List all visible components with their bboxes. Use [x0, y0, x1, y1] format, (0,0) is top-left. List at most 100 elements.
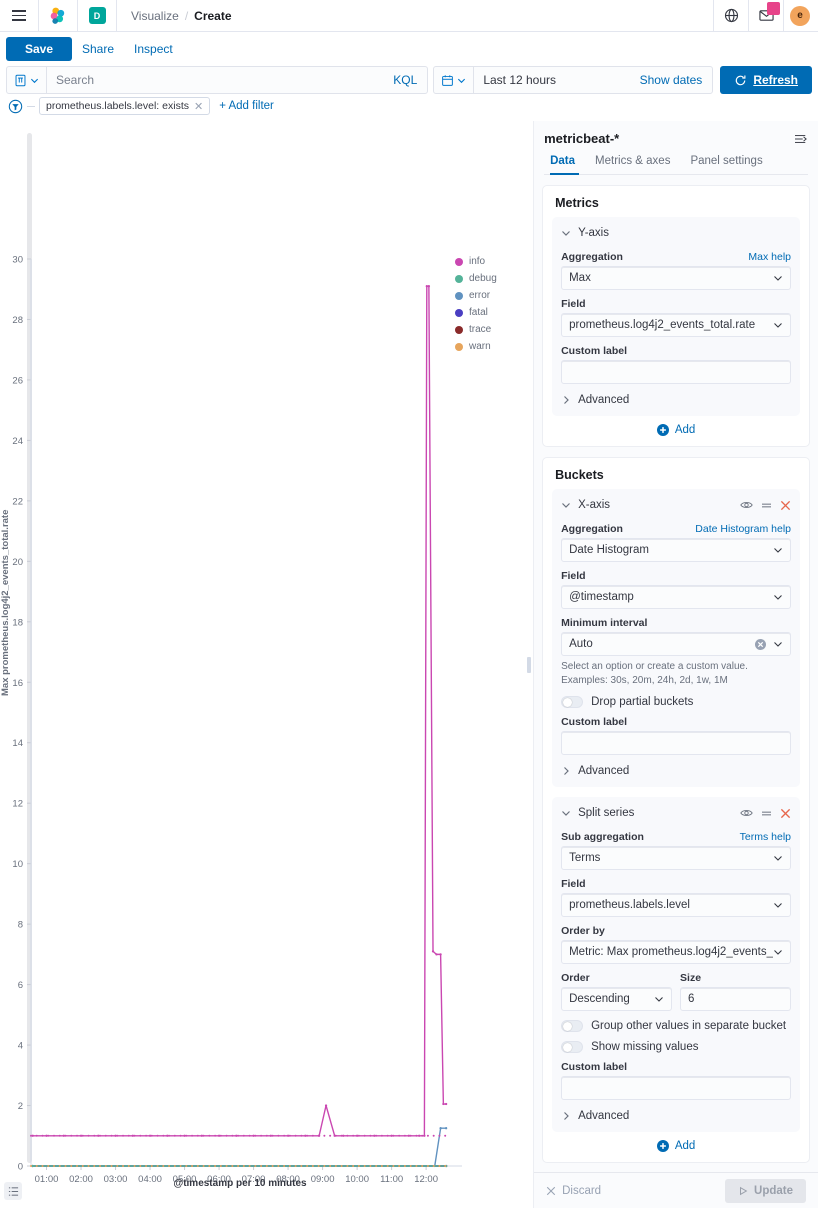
data-point — [162, 1135, 164, 1137]
svg-text:4: 4 — [18, 1041, 23, 1052]
x-axis-aggregation-select[interactable]: Date Histogram — [561, 538, 791, 562]
data-point — [53, 1165, 55, 1167]
chevron-down-icon — [561, 808, 571, 818]
data-point — [226, 1165, 228, 1167]
data-point — [174, 1165, 176, 1167]
x-axis-custom-label-input[interactable] — [561, 731, 791, 755]
x-axis-advanced-toggle[interactable]: Advanced — [561, 765, 791, 777]
save-button[interactable]: Save — [6, 37, 72, 61]
chevron-down-icon — [773, 947, 783, 957]
drag-handle-icon[interactable] — [761, 809, 772, 818]
date-range-value[interactable]: Last 12 hours — [474, 73, 639, 87]
tab-data[interactable]: Data — [544, 155, 585, 174]
inspect-button[interactable]: Inspect — [124, 42, 183, 56]
update-button[interactable]: Update — [725, 1179, 806, 1203]
chevron-right-icon — [561, 766, 571, 776]
legend-item-fatal[interactable]: fatal — [455, 304, 497, 321]
filter-icon[interactable] — [8, 99, 23, 114]
y-axis-group-header[interactable]: Y-axis — [561, 223, 791, 243]
share-button[interactable]: Share — [72, 42, 124, 56]
clear-icon[interactable] — [755, 639, 766, 650]
space-selector[interactable]: D — [78, 0, 116, 32]
legend-item-info[interactable]: info — [455, 253, 497, 270]
eye-icon[interactable] — [740, 500, 753, 510]
legend-item-trace[interactable]: trace — [455, 321, 497, 338]
svg-text:0: 0 — [18, 1162, 23, 1173]
data-point — [392, 1135, 394, 1137]
collapse-panel-icon[interactable] — [794, 133, 808, 145]
minimum-interval-select[interactable]: Auto — [561, 632, 791, 656]
split-series-field-select[interactable]: prometheus.labels.level — [561, 893, 791, 917]
split-series-custom-label-input[interactable] — [561, 1076, 791, 1100]
group-other-values-toggle[interactable]: Group other values in separate bucket — [561, 1020, 791, 1032]
hamburger-menu-icon[interactable] — [0, 0, 38, 32]
refresh-button[interactable]: Refresh — [720, 66, 812, 94]
drag-handle-icon[interactable] — [761, 501, 772, 510]
plus-circle-icon — [657, 1140, 669, 1152]
filter-pill[interactable]: prometheus.labels.level: exists ✕ — [39, 97, 210, 115]
data-point — [191, 1135, 193, 1137]
close-icon[interactable]: ✕ — [194, 100, 203, 113]
order-select[interactable]: Descending — [561, 987, 672, 1011]
data-point — [254, 1135, 256, 1137]
search-input[interactable] — [47, 73, 383, 87]
visualization-chart-pane: 02468101214161820222426283001:0002:0003:… — [0, 121, 526, 1208]
notification-badge — [767, 2, 780, 15]
legend-item-debug[interactable]: debug — [455, 270, 497, 287]
x-axis-collapse-toggle[interactable]: X-axis — [561, 499, 610, 511]
terms-help-link[interactable]: Terms help — [740, 831, 791, 843]
tab-panel-settings[interactable]: Panel settings — [680, 155, 772, 174]
breadcrumb-visualize[interactable]: Visualize — [131, 9, 179, 23]
order-value: Descending — [569, 993, 654, 1005]
remove-bucket-icon[interactable] — [780, 500, 791, 511]
sub-aggregation-select[interactable]: Terms — [561, 846, 791, 870]
legend-item-error[interactable]: error — [455, 287, 497, 304]
order-by-select[interactable]: Metric: Max prometheus.log4j2_events_ — [561, 940, 791, 964]
data-point — [36, 1135, 38, 1137]
split-series-collapse-toggle[interactable]: Split series — [561, 807, 634, 819]
remove-bucket-icon[interactable] — [780, 808, 791, 819]
show-missing-values-label: Show missing values — [591, 1041, 698, 1053]
discard-button[interactable]: Discard — [546, 1185, 601, 1197]
date-histogram-help-link[interactable]: Date Histogram help — [695, 523, 791, 535]
mail-icon[interactable] — [749, 0, 783, 32]
elastic-logo-icon[interactable] — [39, 0, 77, 32]
drop-partial-buckets-toggle[interactable]: Drop partial buckets — [561, 696, 791, 708]
chevron-down-icon — [561, 228, 571, 238]
y-axis-group-title: Y-axis — [578, 227, 609, 239]
legend-list-icon[interactable] — [4, 1182, 22, 1200]
y-axis-advanced-toggle[interactable]: Advanced — [561, 394, 791, 406]
buckets-add-button[interactable]: Add — [552, 1132, 800, 1156]
kql-language-button[interactable]: KQL — [383, 73, 427, 87]
avatar[interactable]: e — [790, 6, 810, 26]
metrics-add-button[interactable]: Add — [552, 416, 800, 440]
legend-item-warn[interactable]: warn — [455, 338, 497, 355]
data-point — [260, 1165, 262, 1167]
svg-text:8: 8 — [18, 920, 23, 931]
data-point — [415, 1135, 417, 1137]
y-axis-aggregation-select[interactable]: Max — [561, 266, 791, 290]
x-axis-field-select[interactable]: @timestamp — [561, 585, 791, 609]
add-filter-button[interactable]: + Add filter — [214, 100, 274, 112]
eye-icon[interactable] — [740, 808, 753, 818]
data-point — [254, 1165, 256, 1167]
series-line-error[interactable] — [33, 1128, 446, 1166]
chevron-down-icon — [773, 853, 783, 863]
dataview-selector-button[interactable] — [7, 67, 47, 93]
breadcrumb-separator: / — [185, 9, 188, 23]
size-input[interactable]: 6 — [680, 987, 791, 1011]
help-icon[interactable] — [714, 0, 748, 32]
split-series-advanced-toggle[interactable]: Advanced — [561, 1110, 791, 1122]
series-line-info[interactable] — [33, 286, 446, 1136]
tab-metrics-and-axes[interactable]: Metrics & axes — [585, 155, 680, 174]
y-axis-field-select[interactable]: prometheus.log4j2_events_total.rate — [561, 313, 791, 337]
svg-text:30: 30 — [12, 255, 23, 266]
buckets-add-label: Add — [675, 1140, 695, 1152]
show-missing-values-toggle[interactable]: Show missing values — [561, 1041, 791, 1053]
show-dates-button[interactable]: Show dates — [640, 73, 713, 87]
max-help-link[interactable]: Max help — [748, 251, 791, 263]
calendar-icon[interactable] — [434, 67, 474, 93]
y-axis-custom-label-input[interactable] — [561, 360, 791, 384]
data-point — [88, 1135, 90, 1137]
data-point — [433, 1165, 435, 1167]
